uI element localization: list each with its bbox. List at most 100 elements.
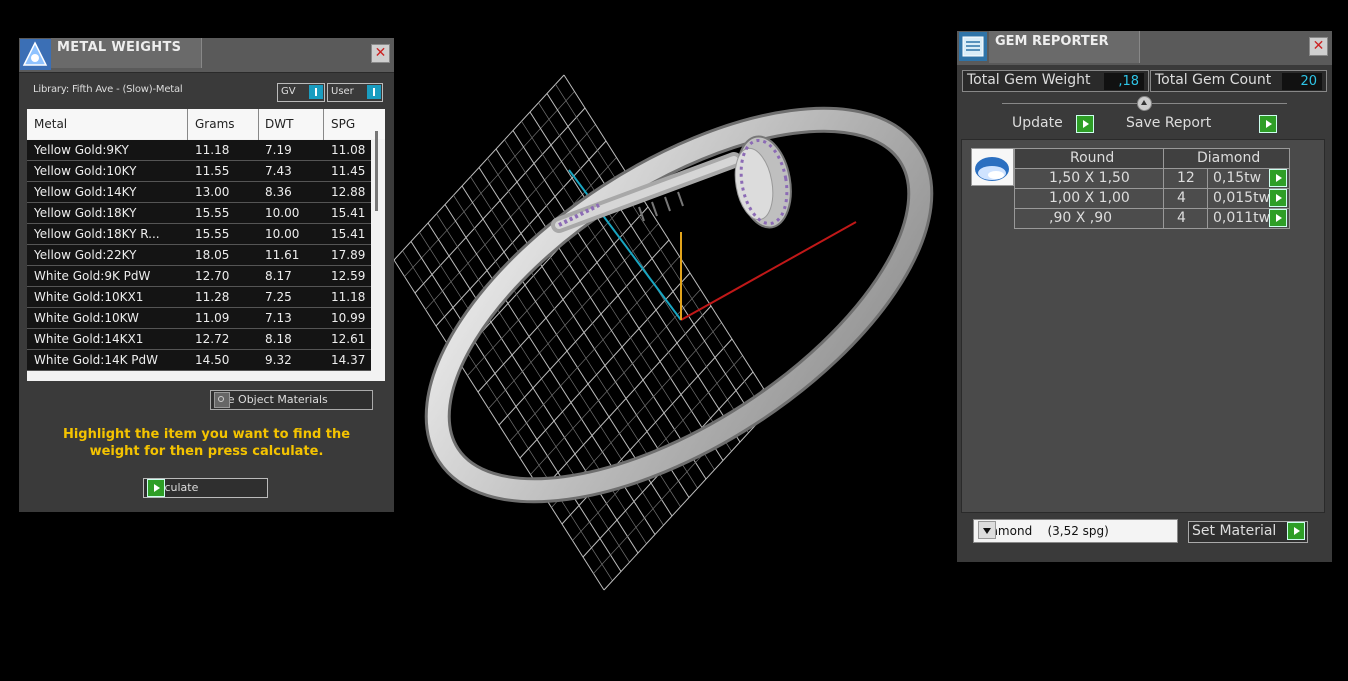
total-gem-count-field: Total Gem Count 20 [1150, 70, 1327, 92]
dwt-cell: 11.61 [265, 248, 300, 262]
use-object-materials-option[interactable]: Use Object Materials [210, 390, 373, 410]
play-arrow-icon[interactable] [1269, 189, 1287, 207]
play-arrow-icon[interactable] [1269, 169, 1287, 187]
round-diamond-icon [971, 148, 1014, 186]
gem-weight: 0,011tw [1213, 210, 1271, 226]
table-row[interactable]: Yellow Gold:18KY R... 15.55 10.00 15.41 [27, 224, 371, 245]
close-icon[interactable]: ✕ [1309, 37, 1328, 56]
grams-cell: 13.00 [195, 185, 230, 199]
dwt-cell: 10.00 [265, 206, 300, 220]
gem-row[interactable]: 1,50 X 1,50 12 0,15tw [1014, 169, 1290, 189]
dwt-cell: 7.25 [265, 290, 292, 304]
update-label: Update [1012, 115, 1063, 131]
material-select[interactable]: Diamond (3,52 spg) [973, 519, 1178, 543]
spg-cell: 14.37 [331, 353, 366, 367]
close-icon[interactable]: ✕ [371, 44, 390, 63]
spg-cell: 11.45 [331, 164, 366, 178]
play-arrow-icon[interactable] [1076, 115, 1094, 133]
gem-reporter-panel: GEM REPORTER ✕ Total Gem Weight ,18 Tota… [957, 31, 1332, 562]
gem-count: 4 [1177, 190, 1186, 206]
grams-cell: 11.18 [195, 143, 230, 157]
table-row[interactable]: White Gold:10KW 11.09 7.13 10.99 [27, 308, 371, 329]
dwt-cell: 8.17 [265, 269, 292, 283]
metal-cell: White Gold:10KW [34, 311, 139, 325]
gem-reporter-titlebar[interactable]: GEM REPORTER ✕ [957, 31, 1332, 65]
gv-toggle[interactable]: GV [277, 83, 325, 102]
library-label: Library: Fifth Ave - (Slow)-Metal [33, 84, 183, 95]
chevron-down-icon[interactable] [978, 521, 996, 539]
set-material-button[interactable]: Set Material [1188, 521, 1308, 543]
metal-weights-logo-icon [20, 39, 51, 70]
dwt-cell: 10.00 [265, 227, 300, 241]
column-divider [1207, 169, 1208, 188]
gem-size: 1,50 X 1,50 [1049, 170, 1130, 186]
play-arrow-icon[interactable] [1259, 115, 1277, 133]
spg-cell: 12.59 [331, 269, 366, 283]
gem-table[interactable]: Round Diamond 1,50 X 1,50 12 0,15tw 1,00 X … [1014, 148, 1290, 229]
toggle-indicator-icon [309, 85, 323, 99]
metal-table[interactable]: Metal Grams DWT SPG Yellow Gold:9KY 11.18… [27, 109, 385, 381]
grams-cell: 11.28 [195, 290, 230, 304]
gem-reporter-title: GEM REPORTER [995, 34, 1109, 49]
x-axis-line [680, 221, 857, 321]
metal-cell: White Gold:9K PdW [34, 269, 151, 283]
column-divider [1163, 169, 1164, 188]
total-gem-count-label: Total Gem Count [1155, 72, 1272, 88]
metal-cell: Yellow Gold:10KY [34, 164, 137, 178]
metal-cell: Yellow Gold:18KY [34, 206, 137, 220]
gem-list[interactable]: Round Diamond 1,50 X 1,50 12 0,15tw 1,00 X … [961, 139, 1325, 513]
vertical-scrollbar[interactable] [375, 131, 378, 211]
save-report-label: Save Report [1126, 115, 1212, 131]
metal-cell: Yellow Gold:18KY R... [34, 227, 160, 241]
grams-cell: 14.50 [195, 353, 230, 367]
grams-cell: 15.55 [195, 206, 230, 220]
gem-row[interactable]: ,90 X ,90 4 0,011tw [1014, 209, 1290, 229]
instruction-text: Highlight the item you want to find the … [62, 427, 351, 459]
table-row[interactable]: Yellow Gold:10KY 11.55 7.43 11.45 [27, 161, 371, 182]
nail-bangle-model[interactable] [394, 46, 957, 564]
update-button[interactable]: Update [1012, 114, 1096, 134]
table-row[interactable]: White Gold:9K PdW 12.70 8.17 12.59 [27, 266, 371, 287]
user-toggle-label: User [331, 86, 354, 97]
column-header[interactable]: DWT [265, 117, 293, 131]
metal-weights-titlebar[interactable]: METAL WEIGHTS ✕ [19, 38, 394, 73]
column-header[interactable]: SPG [331, 117, 355, 131]
radio-icon[interactable] [214, 392, 230, 408]
set-material-label: Set Material [1192, 523, 1277, 539]
column-header[interactable]: Grams [195, 117, 235, 131]
gem-row[interactable]: 1,00 X 1,00 4 0,015tw [1014, 189, 1290, 209]
table-row[interactable]: White Gold:10KX1 11.28 7.25 11.18 [27, 287, 371, 308]
grams-cell: 12.70 [195, 269, 230, 283]
metal-weights-title: METAL WEIGHTS [57, 40, 182, 55]
spg-cell: 11.08 [331, 143, 366, 157]
gem-material: Diamond [1197, 150, 1261, 166]
calculate-button[interactable]: Calculate [143, 478, 268, 498]
spg-cell: 15.41 [331, 227, 366, 241]
spg-cell: 11.18 [331, 290, 366, 304]
metal-cell: White Gold:14K PdW [34, 353, 159, 367]
dwt-cell: 7.13 [265, 311, 292, 325]
table-row[interactable]: Yellow Gold:18KY 15.55 10.00 15.41 [27, 203, 371, 224]
grams-cell: 15.55 [195, 227, 230, 241]
play-arrow-icon[interactable] [1269, 209, 1287, 227]
table-row[interactable]: White Gold:14K PdW 14.50 9.32 14.37 [27, 350, 371, 371]
table-row[interactable]: Yellow Gold:22KY 18.05 11.61 17.89 [27, 245, 371, 266]
gem-weight: 0,15tw [1213, 170, 1262, 186]
gem-table-header: Round Diamond [1014, 148, 1290, 169]
3d-viewport[interactable] [394, 0, 957, 681]
table-row[interactable]: Yellow Gold:14KY 13.00 8.36 12.88 [27, 182, 371, 203]
table-row[interactable]: White Gold:14KX1 12.72 8.18 12.61 [27, 329, 371, 350]
collapse-arrow-icon[interactable] [1137, 96, 1152, 111]
column-divider [1207, 189, 1208, 208]
save-report-button[interactable]: Save Report [1126, 114, 1281, 134]
column-divider [1163, 209, 1164, 228]
play-arrow-icon[interactable] [147, 479, 165, 497]
metal-weights-panel: METAL WEIGHTS ✕ Library: Fifth Ave - (Sl… [19, 38, 394, 512]
dwt-cell: 7.43 [265, 164, 292, 178]
table-row[interactable]: Yellow Gold:9KY 11.18 7.19 11.08 [27, 140, 371, 161]
column-header[interactable]: Metal [34, 117, 67, 131]
play-arrow-icon[interactable] [1287, 522, 1305, 540]
user-toggle[interactable]: User [327, 83, 383, 102]
grams-cell: 18.05 [195, 248, 230, 262]
grams-cell: 12.72 [195, 332, 230, 346]
